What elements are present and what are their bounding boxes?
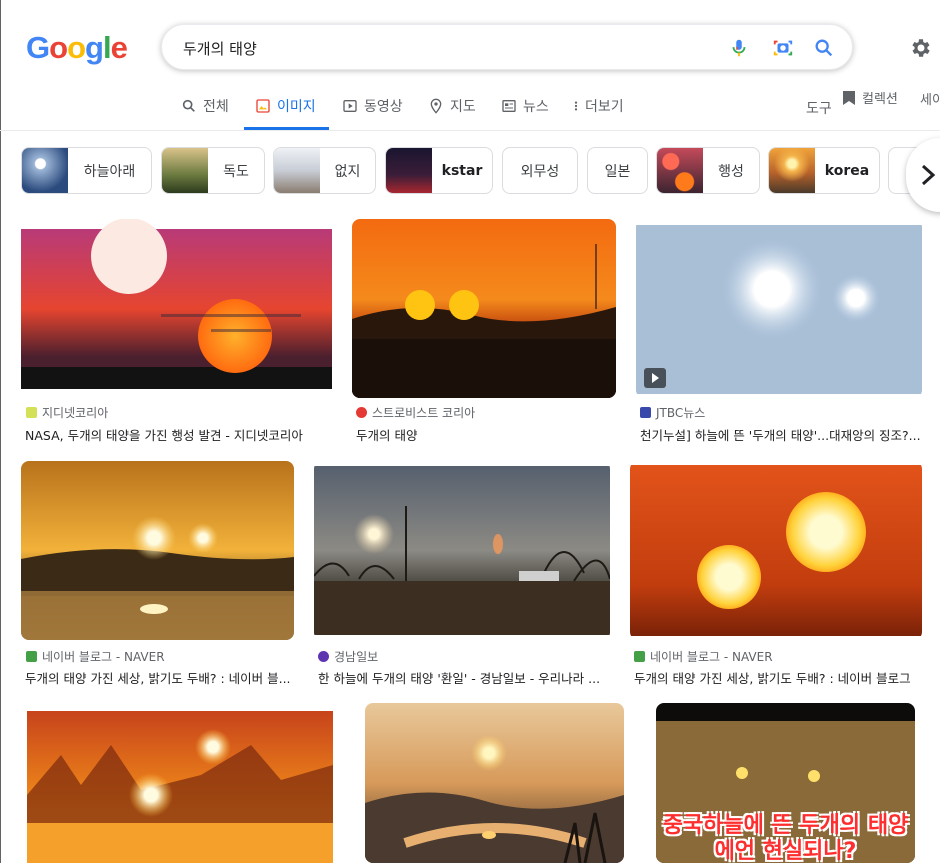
tab-all[interactable]: 전체	[181, 96, 229, 130]
chip-thumbnail	[162, 148, 208, 193]
overlay-caption: 에언 현실되나?	[714, 839, 857, 863]
related-chip[interactable]: 일본	[587, 147, 648, 194]
search-icon[interactable]	[813, 37, 835, 59]
tab-label: 전체	[203, 99, 229, 115]
result-image[interactable]	[352, 219, 616, 398]
collections-button[interactable]: 컬렉션	[842, 88, 898, 107]
chevron-right-icon	[921, 164, 936, 186]
result-image[interactable]	[365, 703, 624, 863]
tab-maps[interactable]: 지도	[428, 96, 476, 130]
tab-label: 뉴스	[523, 99, 549, 115]
source-name: JTBC뉴스	[656, 406, 706, 420]
settings-gear-icon[interactable]	[908, 36, 932, 60]
logo-letter: g	[85, 30, 104, 65]
related-chip[interactable]: 행성	[656, 147, 760, 194]
result-image[interactable]	[21, 461, 294, 640]
safesearch-button[interactable]: 세이	[920, 89, 940, 108]
tab-label: 더보기	[585, 99, 624, 115]
related-chip[interactable]: 하늘아래	[21, 147, 152, 194]
favicon	[640, 407, 651, 418]
result-title[interactable]: 한 하늘에 두개의 태양 '환일' - 경남일보 - 우리나라 ...	[318, 668, 606, 687]
play-icon	[644, 368, 666, 388]
more-vert-icon	[574, 101, 578, 111]
result-image[interactable]	[636, 219, 922, 398]
tab-news[interactable]: 뉴스	[501, 96, 549, 130]
chip-thumbnail	[22, 148, 68, 193]
result-source[interactable]: 네이버 블로그 - NAVER	[26, 648, 165, 665]
chip-label: 없지	[334, 163, 361, 180]
search-icon	[182, 99, 195, 112]
tab-videos[interactable]: 동영상	[342, 96, 403, 130]
result-title[interactable]: NASA, 두개의 태양을 가진 행성 발견 - 지디넷코리아	[25, 425, 325, 444]
tab-label: 지도	[450, 99, 476, 115]
source-name: 네이버 블로그 - NAVER	[42, 650, 165, 664]
logo-letter: e	[110, 30, 128, 65]
related-chip[interactable]: 없지	[273, 147, 376, 194]
favicon	[318, 651, 329, 662]
result-source[interactable]: 경남일보	[318, 648, 378, 665]
map-pin-icon	[430, 98, 442, 114]
chip-thumbnail	[386, 148, 432, 193]
result-source[interactable]: 스트로비스트 코리아	[356, 404, 475, 421]
image-icon	[256, 99, 270, 113]
logo-letter: l	[102, 30, 112, 65]
result-title[interactable]: 두개의 태양 가진 세상, 밝기도 두배? : 네이버 블...	[25, 668, 293, 687]
related-chip[interactable]: korea	[768, 147, 880, 194]
result-image[interactable]	[314, 461, 610, 640]
tools-button[interactable]: 도구	[806, 98, 832, 118]
search-box[interactable]: 두개의 태양	[161, 24, 853, 70]
result-source[interactable]: JTBC뉴스	[640, 404, 705, 421]
collections-label: 컬렉션	[862, 92, 898, 107]
favicon	[634, 651, 645, 662]
chip-label: korea	[824, 162, 870, 179]
result-image[interactable]	[21, 219, 332, 398]
result-title[interactable]: 두개의 태양 가진 세상, 밝기도 두배? : 네이버 블로그	[634, 668, 922, 687]
microphone-icon[interactable]	[728, 37, 750, 59]
logo-letter: G	[26, 30, 50, 65]
tab-label: 이미지	[277, 99, 316, 115]
favicon	[26, 651, 37, 662]
result-image[interactable]	[630, 461, 922, 640]
tab-images[interactable]: 이미지	[244, 96, 329, 130]
chip-thumbnail	[657, 148, 703, 193]
chip-label: 독도	[223, 163, 249, 180]
google-logo[interactable]: Google	[26, 30, 128, 66]
bookmark-icon	[843, 90, 855, 105]
camera-lens-icon[interactable]	[772, 37, 794, 59]
header-divider	[0, 130, 940, 131]
favicon	[356, 407, 367, 418]
chip-thumbnail	[769, 148, 815, 193]
result-source[interactable]: 네이버 블로그 - NAVER	[634, 648, 773, 665]
result-title[interactable]: 두개의 태양	[356, 425, 612, 444]
related-chip[interactable]: 외무성	[502, 147, 578, 194]
video-icon	[343, 100, 357, 112]
logo-letter: o	[49, 30, 68, 65]
news-icon	[502, 100, 516, 112]
chip-label: kstar	[441, 162, 483, 179]
result-image[interactable]	[21, 705, 339, 863]
result-title[interactable]: 천기누설] 하늘에 뜬 '두개의 태양'...대재앙의 징조?...	[640, 425, 922, 444]
favicon	[26, 407, 37, 418]
search-input[interactable]: 두개의 태양	[183, 38, 257, 59]
source-name: 경남일보	[334, 650, 379, 664]
source-name: 지디넷코리아	[42, 406, 109, 420]
source-name: 스트로비스트 코리아	[372, 406, 476, 420]
source-name: 네이버 블로그 - NAVER	[650, 650, 773, 664]
chip-label: 행성	[718, 163, 744, 180]
related-chip[interactable]: 독도	[161, 147, 265, 194]
chip-label: 외무성	[520, 163, 560, 180]
search-tabs: 전체 이미지 동영상 지도 뉴스 더보기	[0, 92, 940, 130]
tab-label: 동영상	[364, 99, 403, 115]
chip-label: 일본	[604, 163, 631, 180]
logo-letter: o	[67, 30, 86, 65]
related-chip[interactable]: kstar	[385, 147, 493, 194]
tab-more[interactable]: 더보기	[573, 96, 624, 130]
chip-label: 하늘아래	[83, 163, 136, 180]
result-source[interactable]: 지디넷코리아	[26, 404, 108, 421]
chip-thumbnail	[274, 148, 320, 193]
